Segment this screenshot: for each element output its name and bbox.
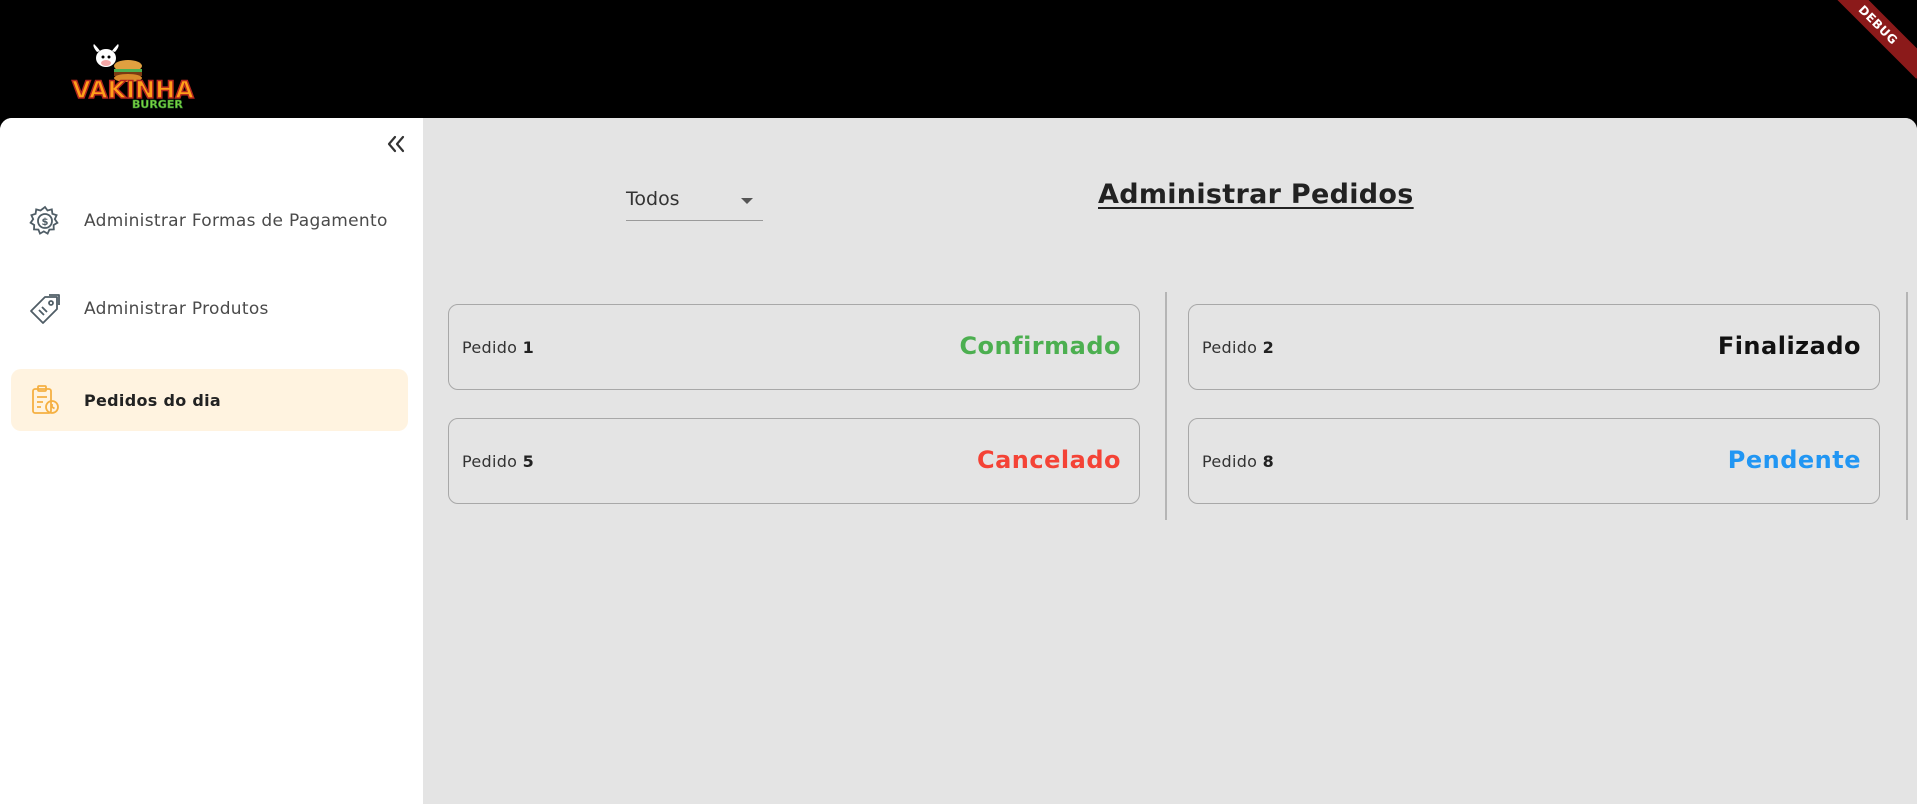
order-card-2[interactable]: Pedido 2 Finalizado: [1188, 304, 1880, 390]
sidebar-item-label: Administrar Produtos: [84, 299, 269, 319]
order-prefix: Pedido: [462, 338, 523, 357]
order-status: Cancelado: [977, 446, 1121, 474]
order-prefix: Pedido: [1202, 452, 1263, 471]
main-content: Todos Administrar Pedidos Pedido 1 Confi…: [423, 118, 1917, 804]
status-filter-dropdown[interactable]: Todos: [626, 184, 763, 221]
debug-banner: DEBUG: [1824, 0, 1917, 79]
column-divider: [1165, 292, 1167, 520]
order-label: Pedido 2: [1202, 338, 1274, 357]
page-title: Administrar Pedidos: [1098, 179, 1414, 210]
order-status: Finalizado: [1717, 332, 1861, 360]
order-prefix: Pedido: [1202, 338, 1263, 357]
dropdown-caret-icon: [741, 198, 753, 204]
order-number: 5: [522, 452, 535, 471]
double-chevron-left-icon: [387, 135, 405, 153]
orders-clipboard-icon: [27, 382, 63, 418]
sidebar-item-products[interactable]: Administrar Produtos: [11, 278, 408, 340]
sidebar: $ Administrar Formas de Pagamento Admini…: [0, 118, 423, 804]
order-card-1[interactable]: Pedido 1 Confirmado: [448, 304, 1140, 390]
order-status: Confirmado: [959, 332, 1121, 360]
order-number: 1: [522, 338, 535, 357]
order-label: Pedido 8: [1202, 452, 1274, 471]
order-number: 2: [1262, 338, 1275, 357]
order-card-8[interactable]: Pedido 8 Pendente: [1188, 418, 1880, 504]
top-bar: VAKINHA BURGER DEBUG: [0, 0, 1917, 118]
sidebar-item-orders-of-day[interactable]: Pedidos do dia: [11, 369, 408, 431]
collapse-sidebar-button[interactable]: [380, 128, 412, 160]
app-container: $ Administrar Formas de Pagamento Admini…: [0, 118, 1917, 804]
order-card-5[interactable]: Pedido 5 Cancelado: [448, 418, 1140, 504]
sidebar-item-payment-methods[interactable]: $ Administrar Formas de Pagamento: [11, 190, 408, 252]
status-filter-value: Todos: [626, 188, 680, 210]
order-label: Pedido 1: [462, 338, 534, 357]
sidebar-item-label: Administrar Formas de Pagamento: [84, 211, 388, 231]
order-status: Pendente: [1727, 446, 1861, 474]
sidebar-item-label: Pedidos do dia: [84, 390, 222, 410]
svg-text:$: $: [42, 217, 49, 228]
product-tag-icon: [27, 291, 63, 327]
column-divider: [1906, 292, 1908, 520]
payment-gear-icon: $: [27, 203, 63, 239]
order-label: Pedido 5: [462, 452, 534, 471]
vakinha-burger-logo: VAKINHA BURGER: [70, 44, 200, 110]
order-prefix: Pedido: [462, 452, 523, 471]
order-number: 8: [1262, 452, 1275, 471]
logo-text-sub: BURGER: [132, 98, 183, 110]
